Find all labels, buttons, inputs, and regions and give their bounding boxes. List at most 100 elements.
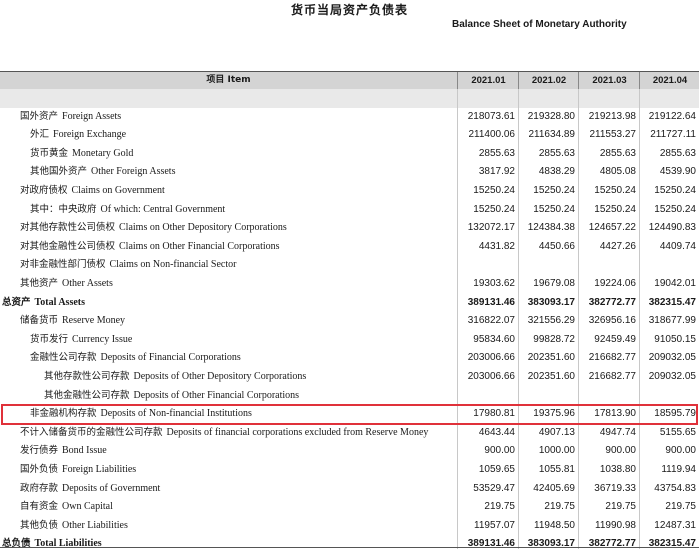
row-label: 不计入储备货币的金融性公司存款 Deposits of financial cor…	[20, 424, 428, 443]
row-label-cn: 金融性公司存款	[30, 352, 97, 364]
page-title: 货币当局资产负债表	[290, 3, 408, 17]
row-label: 国外资产 Foreign Assets	[20, 108, 121, 127]
table-row: 不计入储备货币的金融性公司存款 Deposits of financial cor…	[0, 424, 699, 443]
table-row	[0, 89, 699, 108]
row-label-en: Deposits of Other Depository Corporation…	[133, 371, 307, 382]
row-label: 金融性公司存款 Deposits of Financial Corporation…	[30, 349, 241, 368]
cell-2021-02: 219328.80	[527, 110, 575, 122]
cell-2021-02: 383093.17	[527, 296, 575, 308]
highlight-box	[1, 404, 698, 425]
row-label-cn: 不计入储备货币的金融性公司存款	[20, 426, 163, 438]
row-label: 发行债券 Bond Issue	[20, 442, 107, 461]
cell-2021-03	[578, 89, 636, 108]
cell-2021-02	[518, 89, 575, 108]
cell-2021-03: 216682.77	[588, 352, 636, 364]
row-label-en: Claims on Other Depository Corporations	[119, 222, 287, 234]
row-label: 其他国外资产 Other Foreign Assets	[30, 163, 175, 182]
cell-2021-02: 42405.69	[533, 482, 575, 494]
cell-2021-01	[457, 387, 515, 406]
row-label-cn: 货币黄金	[30, 147, 69, 159]
row-label-cn: 其他国外资产	[30, 166, 88, 178]
row-label-cn: 对非金融性部门债权	[20, 259, 106, 271]
row-label-cn: 其他存款性公司存款	[44, 371, 130, 382]
page-subtitle: Balance Sheet of Monetary Authority	[452, 19, 627, 30]
row-label-cn: 外汇	[30, 129, 50, 141]
row-label: 其他金融性公司存款 Deposits of Other Financial Cor…	[44, 387, 299, 406]
cell-2021-02: 211634.89	[528, 129, 575, 141]
row-label-cn: 政府存款	[20, 482, 59, 494]
cell-2021-02: 4838.29	[538, 166, 575, 178]
row-label: 对其他存款性公司债权 Claims on Other Depository Cor…	[20, 219, 287, 238]
cell-2021-04: 4539.90	[659, 166, 696, 178]
cell-2021-01: 1059.65	[478, 464, 515, 475]
row-label-en: Reserve Money	[62, 315, 126, 327]
row-label-en: Foreign Exchange	[53, 129, 127, 141]
row-label-en: Claims on Government	[71, 185, 165, 196]
row-label-en: Currency Issue	[72, 333, 133, 345]
cell-2021-04: 43754.83	[654, 482, 696, 494]
row-label-cn: 其中：中央政府	[30, 203, 97, 215]
table-row: 其他资产 Other Assets 19303.62 19679.08 19224.06…	[0, 275, 699, 294]
row-label: 其他负债 Other Liabilities	[20, 517, 128, 536]
cell-2021-03	[578, 256, 636, 275]
cell-2021-02: 383093.17	[527, 538, 575, 550]
cell-2021-02: 11948.50	[534, 519, 575, 531]
cell-2021-04: 12487.31	[654, 519, 696, 531]
row-label-en: Monetary Gold	[72, 147, 134, 159]
cell-2021-03: 382772.77	[588, 538, 636, 550]
row-label: 其他资产 Other Assets	[20, 275, 113, 294]
row-label-en: Of which: Central Government	[100, 203, 226, 215]
cell-2021-01: 4643.44	[478, 426, 515, 438]
cell-2021-04: 382315.47	[648, 538, 696, 550]
cell-2021-04: 318677.99	[648, 315, 696, 327]
cell-2021-02: 202351.60	[527, 371, 575, 382]
cell-2021-04: 209032.05	[648, 371, 696, 382]
cell-2021-01	[457, 89, 515, 108]
cell-2021-01: 219.75	[484, 501, 515, 513]
cell-2021-04	[639, 387, 696, 406]
row-label: 国外负债 Foreign Liabilities	[20, 461, 136, 480]
cell-2021-04: 382315.47	[648, 296, 696, 308]
column-divider	[578, 89, 579, 549]
table-row: 其他存款性公司存款 Deposits of Other Depository Co…	[0, 368, 699, 387]
cell-2021-01: 389131.46	[467, 296, 515, 308]
row-label-en: Claims on Non-financial Sector	[109, 259, 237, 271]
cell-2021-02: 99828.72	[533, 333, 575, 345]
cell-2021-02: 2855.63	[538, 147, 575, 159]
cell-2021-03: 36719.33	[594, 482, 636, 494]
table-row: 总负债 Total Liabilities 389131.46 383093.17 38…	[0, 535, 699, 554]
cell-2021-02: 321556.29	[527, 315, 575, 327]
cell-2021-03: 219.75	[605, 501, 636, 513]
row-label-cn: 国外资产	[20, 110, 59, 122]
row-label	[2, 89, 6, 108]
cell-2021-04: 91050.15	[654, 333, 696, 345]
row-label-cn: 总资产	[2, 296, 31, 308]
cell-2021-03: 326956.16	[588, 315, 636, 327]
cell-2021-04: 15250.24	[654, 185, 696, 196]
cell-2021-03: 15250.24	[594, 203, 636, 215]
cell-2021-01: 203006.66	[467, 352, 515, 364]
row-label-en: Deposits of Financial Corporations	[100, 352, 241, 364]
cell-2021-03: 4427.26	[599, 240, 636, 252]
table-row: 货币发行 Currency Issue 95834.60 99828.72 92459.…	[0, 331, 699, 350]
cell-2021-02: 1000.00	[538, 445, 575, 457]
row-label-en: Deposits of financial corporations exclu…	[166, 426, 429, 438]
cell-2021-01: 203006.66	[467, 371, 515, 382]
cell-2021-01: 3817.92	[478, 166, 515, 178]
cell-2021-01: 95834.60	[473, 333, 515, 345]
cell-2021-01	[457, 256, 515, 275]
row-label-cn: 发行债券	[20, 445, 59, 457]
row-label: 自有资金 Own Capital	[20, 498, 113, 517]
column-divider	[518, 89, 519, 549]
cell-2021-04: 4409.74	[659, 240, 696, 252]
row-label-en: Claims on Other Financial Corporations	[119, 240, 280, 252]
cell-2021-02: 15250.24	[533, 185, 575, 196]
cell-2021-03: 124657.22	[588, 222, 636, 234]
cell-2021-01: 389131.46	[467, 538, 515, 550]
cell-2021-03: 216682.77	[588, 371, 636, 382]
cell-2021-04	[639, 89, 696, 108]
cell-2021-02: 1055.81	[538, 464, 575, 475]
cell-2021-02: 124384.38	[527, 222, 575, 234]
cell-2021-03: 2855.63	[599, 147, 636, 159]
row-label: 储备货币 Reserve Money	[20, 312, 125, 331]
